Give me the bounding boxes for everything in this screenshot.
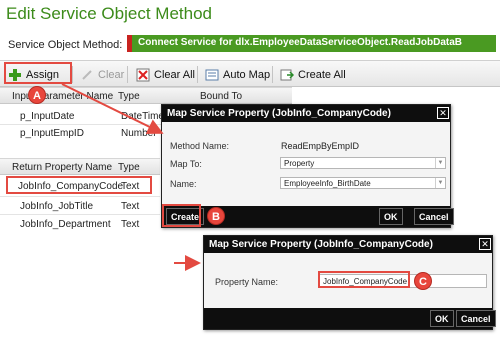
- callout-a-badge: A: [28, 86, 46, 104]
- assign-arrow: [61, 83, 164, 134]
- callout-c-badge: C: [414, 272, 432, 290]
- callout-b-badge: B: [207, 207, 225, 225]
